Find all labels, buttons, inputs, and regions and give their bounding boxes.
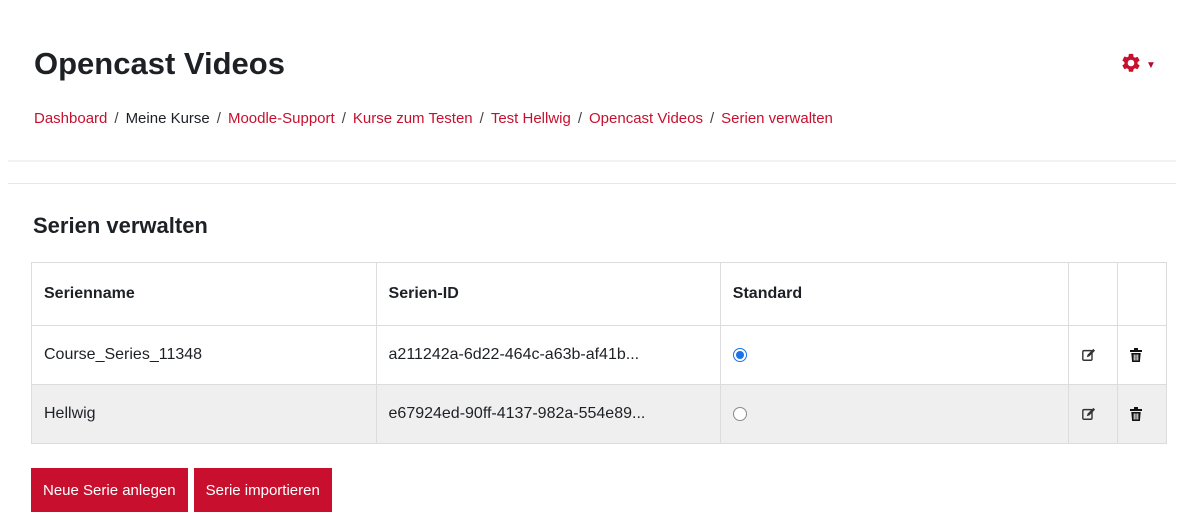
trash-icon[interactable] [1130, 406, 1143, 421]
edit-icon[interactable] [1081, 348, 1096, 362]
action-buttons: Neue Serie anlegen Serie importieren [31, 468, 332, 512]
new-series-button[interactable]: Neue Serie anlegen [31, 468, 188, 512]
page-settings-menu[interactable]: ▼ [1120, 52, 1156, 74]
table-row: Course_Series_11348 a211242a-6d22-464c-a… [31, 325, 1167, 385]
column-header-serienname[interactable]: Serienname [31, 262, 377, 326]
breadcrumb-opencast-videos[interactable]: Opencast Videos [589, 110, 703, 127]
series-table: Serienname Serien-ID Standard Course_Ser… [31, 262, 1167, 444]
breadcrumb-separator: / [216, 110, 221, 127]
breadcrumb-moodle-support[interactable]: Moodle-Support [228, 110, 335, 127]
series-id-cell: a211242a-6d22-464c-a63b-af41b... [375, 325, 721, 385]
breadcrumb-separator: / [709, 110, 715, 127]
series-name-cell: Hellwig [31, 384, 377, 444]
delete-cell [1117, 384, 1167, 444]
edit-cell [1068, 325, 1119, 385]
breadcrumb: Dashboard / Meine Kurse / Moodle-Support /… [34, 110, 833, 127]
series-id-cell: e67924ed-90ff-4137-982a-554e89... [375, 384, 721, 444]
header-divider [8, 160, 1176, 162]
section-heading: Serien verwalten [33, 213, 208, 238]
column-header-delete [1117, 262, 1167, 326]
standard-radio[interactable] [732, 347, 747, 362]
edit-cell [1068, 384, 1119, 444]
standard-cell [719, 325, 1070, 385]
breadcrumb-separator: / [341, 110, 346, 127]
column-header-serien-id[interactable]: Serien-ID [375, 262, 721, 326]
content-divider [8, 183, 1176, 184]
breadcrumb-serien-verwalten[interactable]: Serien verwalten [721, 110, 833, 127]
edit-icon[interactable] [1081, 407, 1096, 421]
breadcrumb-kurse-zum-testen[interactable]: Kurse zum Testen [353, 110, 473, 127]
breadcrumb-dashboard[interactable]: Dashboard [34, 110, 107, 127]
breadcrumb-separator: / [114, 110, 119, 127]
breadcrumb-separator: / [479, 110, 484, 127]
import-series-button[interactable]: Serie importieren [193, 468, 332, 512]
gear-icon [1122, 53, 1140, 72]
chevron-down-icon: ▼ [1146, 59, 1156, 71]
delete-cell [1117, 325, 1167, 385]
series-name-cell: Course_Series_11348 [31, 325, 377, 385]
breadcrumb-test-hellwig[interactable]: Test Hellwig [491, 110, 571, 127]
page-title: Opencast Videos [34, 46, 285, 81]
standard-radio[interactable] [732, 406, 747, 421]
breadcrumb-separator: / [577, 110, 583, 127]
standard-cell [719, 384, 1070, 444]
trash-icon[interactable] [1130, 347, 1143, 362]
breadcrumb-meine-kurse: Meine Kurse [125, 110, 210, 127]
table-row: Hellwig e67924ed-90ff-4137-982a-554e89..… [31, 384, 1167, 444]
column-header-edit [1068, 262, 1119, 326]
table-header-row: Serienname Serien-ID Standard [31, 262, 1167, 326]
column-header-standard[interactable]: Standard [719, 262, 1070, 326]
